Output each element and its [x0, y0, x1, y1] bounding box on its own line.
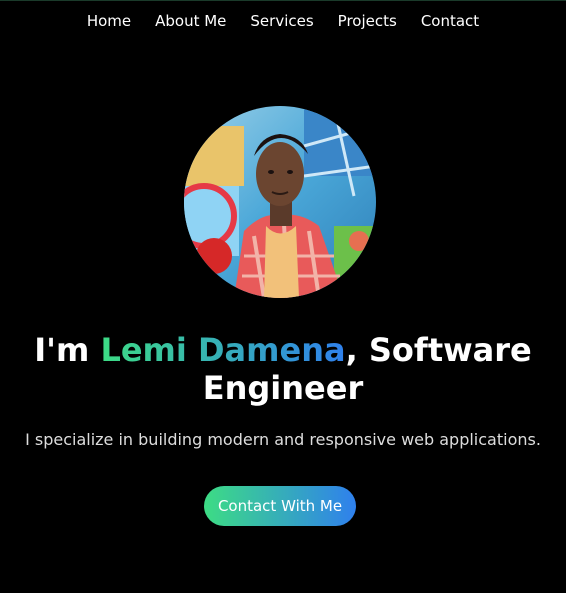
profile-avatar	[184, 106, 376, 298]
nav-services-link[interactable]: Services	[250, 11, 313, 31]
hero-page: Home About Me Services Projects Contact	[0, 0, 566, 593]
hero-headline: I'm Lemi Damena, Software Engineer	[0, 331, 566, 407]
nav-about-link[interactable]: About Me	[155, 11, 226, 31]
nav-contact-link[interactable]: Contact	[421, 11, 479, 31]
hero-subtitle: I specialize in building modern and resp…	[25, 430, 541, 449]
headline-prefix: I'm	[34, 331, 101, 369]
nav-projects-link[interactable]: Projects	[338, 11, 397, 31]
profile-photo	[184, 106, 376, 298]
hero-name: Lemi Damena	[100, 331, 346, 369]
top-navigation: Home About Me Services Projects Contact	[0, 11, 566, 31]
nav-home-link[interactable]: Home	[87, 11, 131, 31]
contact-with-me-button[interactable]: Contact With Me	[204, 486, 356, 526]
